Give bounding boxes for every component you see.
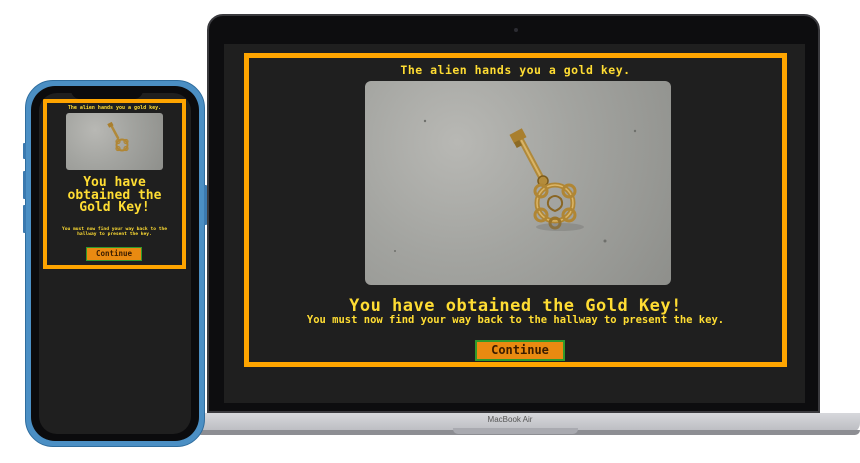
obtained-heading: You have obtained the Gold Key!: [349, 296, 682, 316]
phone-screen: The alien hands you a gold key. You have…: [39, 93, 191, 434]
phone-bezel: The alien hands you a gold key. You have…: [31, 86, 199, 441]
gold-key-image: [365, 81, 671, 285]
laptop-opening-notch: [453, 428, 578, 434]
phone-notch: [71, 86, 143, 99]
game-panel: The alien hands you a gold key. You have…: [244, 53, 787, 367]
mobile-continue-button[interactable]: Continue: [86, 247, 142, 261]
mute-switch: [23, 143, 26, 159]
phone-body: The alien hands you a gold key. You have…: [23, 80, 207, 447]
mobile-gold-key-image: [66, 113, 163, 170]
power-button: [204, 185, 207, 225]
volume-down-button: [23, 205, 26, 233]
mobile-instruction-text: You must now find your way back to the h…: [61, 227, 168, 237]
camera-icon: [514, 28, 518, 32]
gold-key-icon: [107, 121, 129, 152]
volume-up-button: [23, 171, 26, 199]
continue-button[interactable]: Continue: [475, 340, 565, 361]
laptop-screen: The alien hands you a gold key. You have…: [224, 44, 805, 403]
gold-key-icon: [394, 119, 637, 252]
laptop-lid: The alien hands you a gold key. You have…: [207, 14, 820, 413]
mobile-obtained-heading: You have obtained the Gold Key!: [67, 175, 162, 215]
scene-text: The alien hands you a gold key.: [400, 63, 631, 77]
mobile-scene-text: The alien hands you a gold key.: [67, 105, 162, 111]
instruction-text: You must now find your way back to the h…: [306, 314, 725, 326]
mobile-game-panel: The alien hands you a gold key. You have…: [43, 99, 186, 269]
